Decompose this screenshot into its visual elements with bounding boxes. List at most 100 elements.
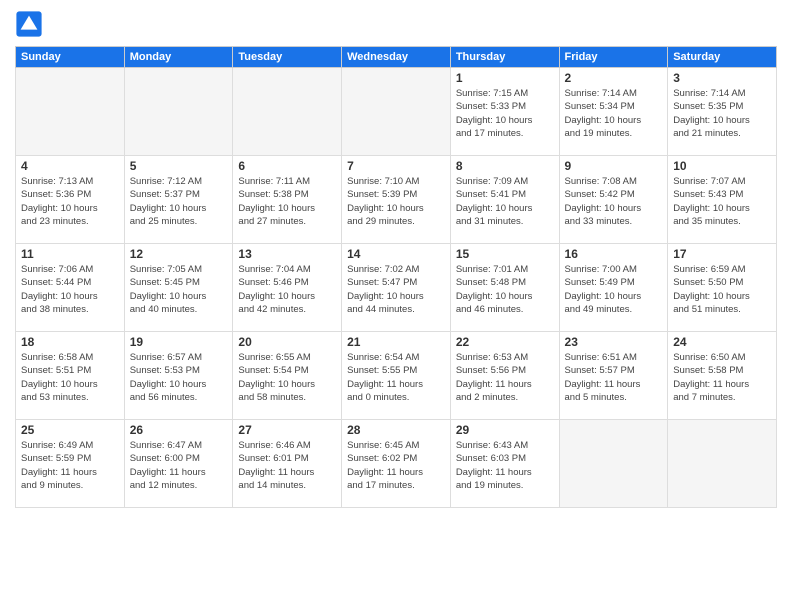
calendar-cell: 5 Sunrise: 7:12 AMSunset: 5:37 PMDaylight…: [124, 156, 233, 244]
calendar-cell: [668, 420, 777, 508]
day-number: 16: [565, 247, 663, 261]
day-number: 23: [565, 335, 663, 349]
day-number: 25: [21, 423, 119, 437]
page: SundayMondayTuesdayWednesdayThursdayFrid…: [0, 0, 792, 612]
calendar-cell: [342, 68, 451, 156]
calendar-cell: 26Sunrise: 6:47 AMSunset: 6:00 PMDayligh…: [124, 420, 233, 508]
day-info: Sunrise: 6:58 AMSunset: 5:51 PMDaylight:…: [21, 351, 119, 404]
day-number: 4: [21, 159, 119, 173]
calendar-header-tuesday: Tuesday: [233, 47, 342, 68]
day-number: 19: [130, 335, 228, 349]
day-info: Sunrise: 7:05 AMSunset: 5:45 PMDaylight:…: [130, 263, 228, 316]
day-number: 12: [130, 247, 228, 261]
day-info: Sunrise: 7:01 AMSunset: 5:48 PMDaylight:…: [456, 263, 554, 316]
calendar-cell: 28 Sunrise: 6:45 AMSunset: 6:02 PMDayligh…: [342, 420, 451, 508]
calendar-cell: 13 Sunrise: 7:04 AMSunset: 5:46 PMDayligh…: [233, 244, 342, 332]
day-number: 10: [673, 159, 771, 173]
day-info: Sunrise: 7:14 AMSunset: 5:34 PMDaylight:…: [565, 87, 663, 140]
day-number: 5: [130, 159, 228, 173]
calendar-cell: 11 Sunrise: 7:06 AMSunset: 5:44 PMDayligh…: [16, 244, 125, 332]
calendar-cell: 21 Sunrise: 6:54 AMSunset: 5:55 PMDayligh…: [342, 332, 451, 420]
day-number: 24: [673, 335, 771, 349]
day-info: Sunrise: 6:46 AMSunset: 6:01 PMDaylight:…: [238, 439, 336, 492]
logo: [15, 10, 47, 38]
calendar-cell: 8 Sunrise: 7:09 AMSunset: 5:41 PMDaylight…: [450, 156, 559, 244]
calendar-cell: 3Sunrise: 7:14 AMSunset: 5:35 PMDaylight…: [668, 68, 777, 156]
day-info: Sunrise: 6:53 AMSunset: 5:56 PMDaylight:…: [456, 351, 554, 404]
calendar-cell: [233, 68, 342, 156]
header: [15, 10, 777, 38]
day-number: 1: [456, 71, 554, 85]
day-info: Sunrise: 6:49 AMSunset: 5:59 PMDaylight:…: [21, 439, 119, 492]
day-number: 21: [347, 335, 445, 349]
calendar-cell: 14 Sunrise: 7:02 AMSunset: 5:47 PMDayligh…: [342, 244, 451, 332]
day-info: Sunrise: 6:45 AMSunset: 6:02 PMDaylight:…: [347, 439, 445, 492]
calendar-cell: 16 Sunrise: 7:00 AMSunset: 5:49 PMDayligh…: [559, 244, 668, 332]
day-number: 15: [456, 247, 554, 261]
day-number: 17: [673, 247, 771, 261]
calendar-week-1: 1 Sunrise: 7:15 AMSunset: 5:33 PMDaylight…: [16, 68, 777, 156]
day-info: Sunrise: 7:02 AMSunset: 5:47 PMDaylight:…: [347, 263, 445, 316]
day-info: Sunrise: 7:13 AMSunset: 5:36 PMDaylight:…: [21, 175, 119, 228]
day-number: 27: [238, 423, 336, 437]
calendar-cell: 23Sunrise: 6:51 AMSunset: 5:57 PMDayligh…: [559, 332, 668, 420]
day-info: Sunrise: 7:07 AMSunset: 5:43 PMDaylight:…: [673, 175, 771, 228]
day-info: Sunrise: 6:54 AMSunset: 5:55 PMDaylight:…: [347, 351, 445, 404]
day-info: Sunrise: 7:11 AMSunset: 5:38 PMDaylight:…: [238, 175, 336, 228]
day-number: 8: [456, 159, 554, 173]
day-info: Sunrise: 7:12 AMSunset: 5:37 PMDaylight:…: [130, 175, 228, 228]
day-info: Sunrise: 7:09 AMSunset: 5:41 PMDaylight:…: [456, 175, 554, 228]
calendar-cell: 18 Sunrise: 6:58 AMSunset: 5:51 PMDayligh…: [16, 332, 125, 420]
calendar-week-3: 11 Sunrise: 7:06 AMSunset: 5:44 PMDayligh…: [16, 244, 777, 332]
calendar-week-2: 4 Sunrise: 7:13 AMSunset: 5:36 PMDaylight…: [16, 156, 777, 244]
day-number: 3: [673, 71, 771, 85]
day-info: Sunrise: 6:47 AMSunset: 6:00 PMDaylight:…: [130, 439, 228, 492]
calendar-cell: 4 Sunrise: 7:13 AMSunset: 5:36 PMDaylight…: [16, 156, 125, 244]
day-number: 13: [238, 247, 336, 261]
calendar-cell: [559, 420, 668, 508]
day-number: 2: [565, 71, 663, 85]
day-number: 11: [21, 247, 119, 261]
calendar-week-4: 18 Sunrise: 6:58 AMSunset: 5:51 PMDayligh…: [16, 332, 777, 420]
calendar-cell: 19 Sunrise: 6:57 AMSunset: 5:53 PMDayligh…: [124, 332, 233, 420]
calendar-header-thursday: Thursday: [450, 47, 559, 68]
day-info: Sunrise: 7:06 AMSunset: 5:44 PMDaylight:…: [21, 263, 119, 316]
calendar-table: SundayMondayTuesdayWednesdayThursdayFrid…: [15, 46, 777, 508]
day-info: Sunrise: 6:59 AMSunset: 5:50 PMDaylight:…: [673, 263, 771, 316]
calendar-header-row: SundayMondayTuesdayWednesdayThursdayFrid…: [16, 47, 777, 68]
calendar-header-saturday: Saturday: [668, 47, 777, 68]
calendar-header-sunday: Sunday: [16, 47, 125, 68]
calendar-cell: 15 Sunrise: 7:01 AMSunset: 5:48 PMDayligh…: [450, 244, 559, 332]
day-info: Sunrise: 7:10 AMSunset: 5:39 PMDaylight:…: [347, 175, 445, 228]
day-info: Sunrise: 7:04 AMSunset: 5:46 PMDaylight:…: [238, 263, 336, 316]
calendar-cell: 20Sunrise: 6:55 AMSunset: 5:54 PMDayligh…: [233, 332, 342, 420]
calendar-cell: 29Sunrise: 6:43 AMSunset: 6:03 PMDayligh…: [450, 420, 559, 508]
calendar-header-wednesday: Wednesday: [342, 47, 451, 68]
calendar-cell: [16, 68, 125, 156]
calendar-cell: 7 Sunrise: 7:10 AMSunset: 5:39 PMDaylight…: [342, 156, 451, 244]
day-number: 28: [347, 423, 445, 437]
day-info: Sunrise: 6:55 AMSunset: 5:54 PMDaylight:…: [238, 351, 336, 404]
calendar-week-5: 25 Sunrise: 6:49 AMSunset: 5:59 PMDayligh…: [16, 420, 777, 508]
day-number: 22: [456, 335, 554, 349]
calendar-cell: 10 Sunrise: 7:07 AMSunset: 5:43 PMDayligh…: [668, 156, 777, 244]
logo-icon: [15, 10, 43, 38]
calendar-cell: 27 Sunrise: 6:46 AMSunset: 6:01 PMDayligh…: [233, 420, 342, 508]
calendar-cell: [124, 68, 233, 156]
day-number: 14: [347, 247, 445, 261]
calendar-cell: 22 Sunrise: 6:53 AMSunset: 5:56 PMDayligh…: [450, 332, 559, 420]
calendar-header-monday: Monday: [124, 47, 233, 68]
day-number: 29: [456, 423, 554, 437]
day-number: 7: [347, 159, 445, 173]
day-info: Sunrise: 6:57 AMSunset: 5:53 PMDaylight:…: [130, 351, 228, 404]
calendar-cell: 24Sunrise: 6:50 AMSunset: 5:58 PMDayligh…: [668, 332, 777, 420]
calendar-cell: 17 Sunrise: 6:59 AMSunset: 5:50 PMDayligh…: [668, 244, 777, 332]
calendar-cell: 12 Sunrise: 7:05 AMSunset: 5:45 PMDayligh…: [124, 244, 233, 332]
calendar-header-friday: Friday: [559, 47, 668, 68]
day-number: 9: [565, 159, 663, 173]
day-info: Sunrise: 7:00 AMSunset: 5:49 PMDaylight:…: [565, 263, 663, 316]
calendar-cell: 1 Sunrise: 7:15 AMSunset: 5:33 PMDaylight…: [450, 68, 559, 156]
day-number: 18: [21, 335, 119, 349]
day-info: Sunrise: 7:15 AMSunset: 5:33 PMDaylight:…: [456, 87, 554, 140]
day-number: 6: [238, 159, 336, 173]
